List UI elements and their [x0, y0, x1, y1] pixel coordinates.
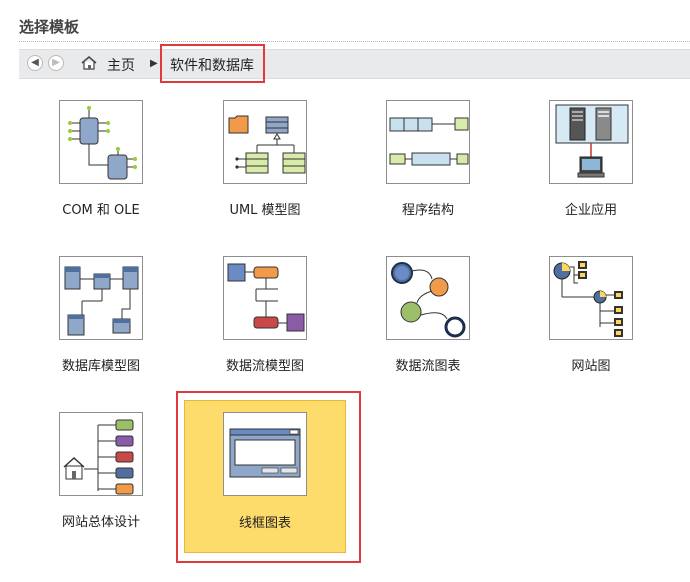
- enterprise-app-icon: [549, 100, 633, 184]
- template-label: 网站总体设计: [61, 515, 140, 530]
- title-divider: [19, 41, 690, 42]
- template-uml-model[interactable]: UML 模型图: [184, 100, 346, 250]
- template-label: 数据库模型图: [61, 359, 140, 374]
- template-label: COM 和 OLE: [62, 203, 140, 218]
- back-button[interactable]: ◀: [27, 55, 43, 71]
- template-label: 网站图: [571, 359, 611, 374]
- selection-highlight: [176, 391, 361, 563]
- breadcrumb-bar: ◀ ▶ 主页 ▶ 软件和数据库: [19, 49, 690, 79]
- breadcrumb-home[interactable]: 主页: [107, 55, 135, 75]
- website-master-plan-icon: [59, 412, 143, 496]
- template-website-map[interactable]: 网站图: [510, 256, 672, 406]
- template-program-structure[interactable]: 程序结构: [347, 100, 509, 250]
- template-com-ole[interactable]: COM 和 OLE: [20, 100, 182, 250]
- breadcrumb-separator-icon: ▶: [150, 58, 158, 69]
- forward-button[interactable]: ▶: [48, 55, 64, 71]
- data-flow-chart-icon: [386, 256, 470, 340]
- template-label: 数据流模型图: [225, 359, 304, 374]
- template-website-master-plan[interactable]: 网站总体设计: [20, 412, 182, 562]
- template-label: 数据流图表: [395, 359, 461, 374]
- template-database-model[interactable]: 数据库模型图: [20, 256, 182, 406]
- template-enterprise-app[interactable]: 企业应用: [510, 100, 672, 250]
- template-data-flow-model[interactable]: 数据流模型图: [184, 256, 346, 406]
- com-ole-icon: [59, 100, 143, 184]
- template-label: 企业应用: [564, 203, 617, 218]
- template-label: UML 模型图: [229, 203, 301, 218]
- template-data-flow-chart[interactable]: 数据流图表: [347, 256, 509, 406]
- template-label: 程序结构: [401, 203, 454, 218]
- page-title: 选择模板: [19, 18, 80, 36]
- data-flow-model-icon: [223, 256, 307, 340]
- breadcrumb-highlight: [160, 44, 265, 83]
- program-structure-icon: [386, 100, 470, 184]
- database-model-icon: [59, 256, 143, 340]
- website-map-icon: [549, 256, 633, 340]
- uml-model-icon: [223, 100, 307, 184]
- home-icon[interactable]: [81, 55, 97, 71]
